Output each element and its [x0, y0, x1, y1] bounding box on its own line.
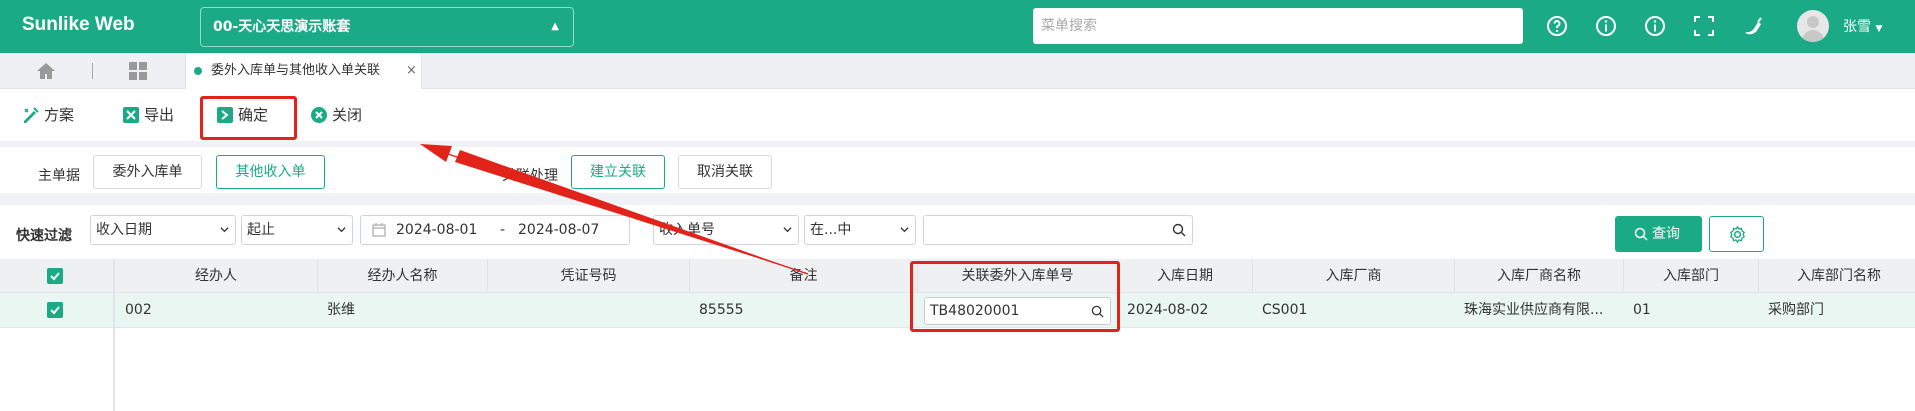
relation-bar: 主单据 委外入库单 其他收入单 关联处理 建立关联 取消关联: [0, 141, 1915, 193]
tab-divider: [92, 63, 93, 79]
col-header-voucher-no[interactable]: 凭证号码: [488, 259, 690, 293]
home-icon[interactable]: [36, 62, 56, 80]
account-name: 00-天心天思演示账套: [213, 19, 351, 35]
chevron-down-icon: [220, 227, 229, 233]
create-relation-button[interactable]: 建立关联: [571, 155, 665, 189]
cell-handler[interactable]: 002: [125, 293, 315, 327]
close-label: 关闭: [332, 106, 363, 124]
calendar-icon: [372, 223, 386, 237]
chevron-down-icon: [900, 227, 909, 233]
relation-process-label: 关联处理: [502, 168, 558, 184]
fullscreen-icon[interactable]: [1692, 14, 1716, 38]
about-icon[interactable]: [1643, 14, 1667, 38]
filter-operator2-select[interactable]: 在...中: [804, 215, 916, 245]
col-header-receipt-date[interactable]: 入库日期: [1118, 259, 1253, 293]
date-separator: -: [500, 222, 506, 238]
help-icon[interactable]: [1545, 14, 1569, 38]
query-label: 查询: [1652, 226, 1680, 242]
gear-icon: [1730, 225, 1745, 244]
col-header-remark[interactable]: 备注: [690, 259, 918, 293]
filter-operator-select[interactable]: 起止: [241, 215, 353, 245]
user-name: 张雪: [1843, 19, 1871, 35]
cell-receipt-date[interactable]: 2024-08-02: [1127, 293, 1252, 327]
chevron-down-icon: [783, 227, 792, 233]
close-button[interactable]: 关闭: [310, 103, 362, 127]
cell-voucher-no[interactable]: [497, 293, 687, 327]
filter-field-select[interactable]: 收入日期: [90, 215, 236, 245]
date-range-input[interactable]: 2024-08-01 - 2024-08-07: [360, 215, 630, 245]
col-header-department-name[interactable]: 入库部门名称: [1759, 259, 1915, 293]
cell-remark[interactable]: 85555: [699, 293, 914, 327]
quick-filter-label: 快速过滤: [16, 228, 72, 244]
other-income-button[interactable]: 其他收入单: [216, 155, 325, 189]
outsource-receipt-button[interactable]: 委外入库单: [93, 155, 202, 189]
cell-vendor[interactable]: CS001: [1262, 293, 1452, 327]
filter-operator2-value: 在...中: [810, 222, 852, 238]
scheme-label: 方案: [44, 106, 75, 124]
col-header-handler-name[interactable]: 经办人名称: [318, 259, 488, 293]
highlight-linked-order-box: [910, 261, 1120, 332]
tab-bar: 委外入库单与其他收入单关联 ×: [0, 53, 1915, 89]
clean-cache-icon[interactable]: [1741, 14, 1765, 38]
close-circle-icon: [311, 107, 327, 123]
filter-value-input[interactable]: [923, 215, 1193, 245]
scheme-icon: [24, 107, 39, 123]
settings-button[interactable]: [1709, 216, 1764, 252]
filter-field2-value: 收入单号: [659, 222, 715, 238]
master-doc-label: 主单据: [38, 168, 80, 184]
row-checkbox[interactable]: [47, 302, 63, 318]
export-button[interactable]: 导出: [122, 103, 174, 127]
active-dot-icon: [194, 67, 202, 75]
caret-up-icon: ▲: [551, 21, 559, 32]
highlight-confirm-box: [200, 96, 297, 140]
top-bar: Sunlike Web 00-天心天思演示账套 ▲ 菜单搜索 张雪 ▼: [0, 0, 1915, 53]
col-header-vendor-name[interactable]: 入库厂商名称: [1455, 259, 1624, 293]
cell-handler-name[interactable]: 张维: [327, 293, 487, 327]
cancel-relation-button[interactable]: 取消关联: [678, 155, 772, 189]
frozen-column-divider: [113, 259, 115, 411]
col-header-vendor[interactable]: 入库厂商: [1253, 259, 1455, 293]
account-selector[interactable]: 00-天心天思演示账套 ▲: [200, 7, 574, 47]
select-all-checkbox[interactable]: [47, 268, 63, 284]
info-icon[interactable]: [1594, 14, 1618, 38]
search-icon: [1634, 227, 1648, 241]
filter-field-value: 收入日期: [96, 222, 152, 238]
cell-department[interactable]: 01: [1633, 293, 1758, 327]
filter-operator-value: 起止: [247, 222, 275, 238]
apps-grid-icon[interactable]: [128, 62, 148, 80]
date-to: 2024-08-07: [518, 222, 600, 238]
chevron-down-icon: [337, 227, 346, 233]
cell-vendor-name[interactable]: 珠海实业供应商有限...: [1464, 293, 1622, 327]
caret-down-icon: ▼: [1875, 24, 1883, 34]
col-header-department[interactable]: 入库部门: [1624, 259, 1759, 293]
query-button[interactable]: 查询: [1615, 216, 1702, 252]
export-label: 导出: [144, 106, 175, 124]
filter-field2-select[interactable]: 收入单号: [653, 215, 799, 245]
tab-outsource-relation[interactable]: 委外入库单与其他收入单关联 ×: [185, 53, 422, 89]
user-menu[interactable]: 张雪 ▼: [1843, 16, 1882, 36]
col-header-handler[interactable]: 经办人: [115, 259, 318, 293]
menu-search-input[interactable]: 菜单搜索: [1033, 8, 1523, 44]
brand-logo: Sunlike Web: [22, 14, 135, 35]
search-icon[interactable]: [1172, 223, 1186, 237]
tab-label: 委外入库单与其他收入单关联: [211, 63, 381, 78]
scheme-button[interactable]: 方案: [22, 103, 74, 127]
avatar[interactable]: [1797, 10, 1829, 42]
cell-department-name[interactable]: 采购部门: [1768, 293, 1913, 327]
excel-icon: [123, 107, 139, 123]
tab-close-icon[interactable]: ×: [406, 53, 417, 89]
date-from: 2024-08-01: [396, 222, 478, 238]
